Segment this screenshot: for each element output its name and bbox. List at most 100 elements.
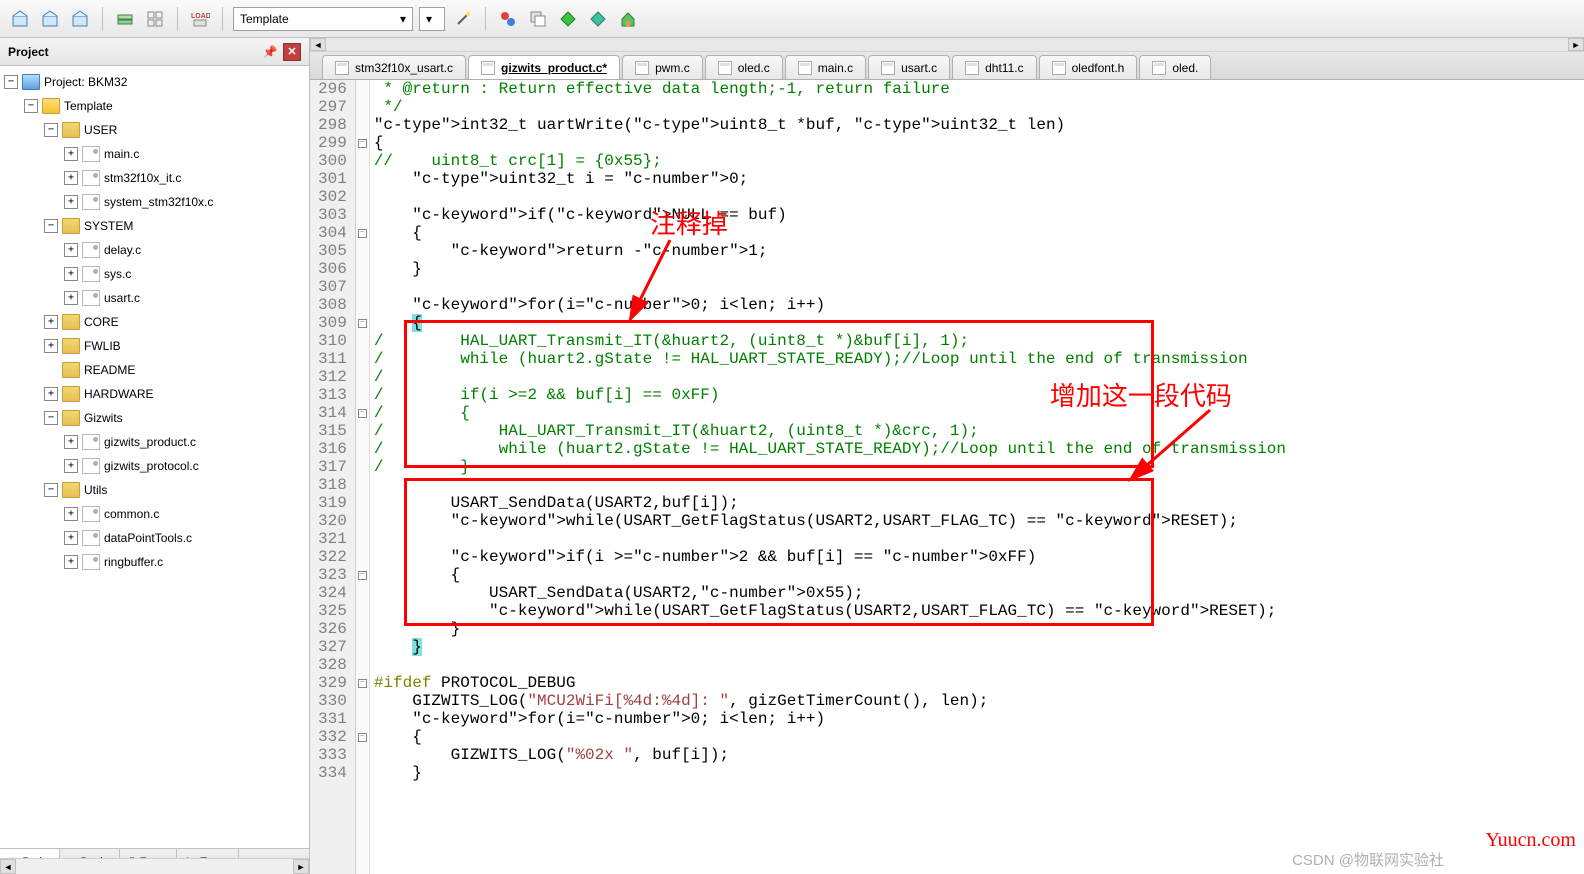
expand-icon[interactable]: + bbox=[44, 387, 58, 401]
project-panel: Project 📌 ✕ − Project: BKM32 − Template … bbox=[0, 38, 310, 874]
close-icon[interactable]: ✕ bbox=[283, 43, 301, 61]
expand-icon[interactable]: + bbox=[64, 267, 78, 281]
toolbar-btn-1[interactable] bbox=[8, 7, 32, 31]
file-icon bbox=[718, 61, 732, 75]
pin-icon[interactable]: 📌 bbox=[261, 43, 279, 61]
toolbar-btn-2[interactable] bbox=[38, 7, 62, 31]
fold-column[interactable]: −−−−−−− bbox=[356, 80, 370, 874]
file-tab[interactable]: oled. bbox=[1139, 55, 1211, 79]
collapse-icon[interactable]: − bbox=[24, 99, 38, 113]
tree-core-folder[interactable]: + CORE bbox=[0, 310, 309, 334]
tree-file[interactable]: +dataPointTools.c bbox=[0, 526, 309, 550]
project-icon bbox=[22, 74, 40, 90]
stack-icon[interactable] bbox=[526, 7, 550, 31]
scroll-right-icon[interactable]: ► bbox=[293, 859, 309, 874]
tree-file[interactable]: +main.c bbox=[0, 142, 309, 166]
tree-system-folder[interactable]: − SYSTEM bbox=[0, 214, 309, 238]
tab-scroll-strip[interactable]: ◄ ► bbox=[310, 38, 1584, 52]
tree-file[interactable]: +common.c bbox=[0, 502, 309, 526]
tree-file[interactable]: +stm32f10x_it.c bbox=[0, 166, 309, 190]
collapse-icon[interactable]: − bbox=[44, 411, 58, 425]
file-tab[interactable]: oled.c bbox=[705, 55, 783, 79]
expand-icon[interactable]: + bbox=[64, 147, 78, 161]
expand-icon[interactable]: + bbox=[64, 291, 78, 305]
file-tab[interactable]: pwm.c bbox=[622, 55, 703, 79]
scroll-left-icon[interactable]: ◄ bbox=[310, 38, 326, 51]
tree-file[interactable]: +gizwits_protocol.c bbox=[0, 454, 309, 478]
expand-icon[interactable]: + bbox=[64, 243, 78, 257]
scroll-left-icon[interactable]: ◄ bbox=[0, 859, 16, 874]
file-tab[interactable]: oledfont.h bbox=[1039, 55, 1138, 79]
load-button[interactable]: LOAD bbox=[188, 7, 212, 31]
red-icon[interactable] bbox=[496, 7, 520, 31]
expand-icon[interactable]: + bbox=[64, 507, 78, 521]
tree-label: usart.c bbox=[104, 291, 140, 305]
code-editor[interactable]: 2962972982993003013023033043053063073083… bbox=[310, 80, 1584, 874]
tree-label: Utils bbox=[84, 483, 107, 497]
tree-file[interactable]: + system_stm32f10x.c bbox=[0, 190, 309, 214]
c-file-icon bbox=[82, 170, 100, 186]
tree-template[interactable]: − Template bbox=[0, 94, 309, 118]
expand-icon[interactable]: + bbox=[44, 339, 58, 353]
expand-icon[interactable]: + bbox=[64, 555, 78, 569]
tree-fwlib-folder[interactable]: +FWLIB bbox=[0, 334, 309, 358]
collapse-icon[interactable]: − bbox=[4, 75, 18, 89]
tree-label: system_stm32f10x.c bbox=[104, 195, 213, 209]
file-tab[interactable]: usart.c bbox=[868, 55, 950, 79]
file-tab[interactable]: main.c bbox=[785, 55, 866, 79]
file-icon bbox=[881, 61, 895, 75]
scroll-right-icon[interactable]: ► bbox=[1568, 38, 1584, 51]
tree-gizwits-folder[interactable]: −Gizwits bbox=[0, 406, 309, 430]
expand-icon[interactable]: + bbox=[64, 531, 78, 545]
tree-root[interactable]: − Project: BKM32 bbox=[0, 70, 309, 94]
file-icon bbox=[798, 61, 812, 75]
file-icon bbox=[1152, 61, 1166, 75]
expand-icon[interactable]: + bbox=[64, 459, 78, 473]
tree-file[interactable]: + usart.c bbox=[0, 286, 309, 310]
tree-label: Template bbox=[64, 99, 113, 113]
tree-hardware-folder[interactable]: + HARDWARE bbox=[0, 382, 309, 406]
tree-file[interactable]: +gizwits_product.c bbox=[0, 430, 309, 454]
project-hscroll[interactable]: ◄ ► bbox=[0, 858, 309, 874]
file-tab[interactable]: dht11.c bbox=[952, 55, 1036, 79]
collapse-icon[interactable]: − bbox=[44, 219, 58, 233]
code-content[interactable]: * @return : Return effective data length… bbox=[370, 80, 1584, 874]
small-combo[interactable]: ▾ bbox=[419, 7, 445, 31]
target-combo-label: Template bbox=[240, 12, 289, 26]
tree-readme-folder[interactable]: README bbox=[0, 358, 309, 382]
wand-icon[interactable] bbox=[451, 7, 475, 31]
teal-diamond-icon[interactable] bbox=[586, 7, 610, 31]
main-toolbar: LOAD Template ▾ ▾ bbox=[0, 0, 1584, 38]
file-tabs: stm32f10x_usart.c gizwits_product.c* pwm… bbox=[310, 52, 1584, 80]
expand-icon[interactable]: + bbox=[64, 195, 78, 209]
tree-file[interactable]: +sys.c bbox=[0, 262, 309, 286]
green-diamond-icon[interactable] bbox=[556, 7, 580, 31]
toolbar-btn-stack[interactable] bbox=[113, 7, 137, 31]
separator bbox=[102, 7, 103, 31]
tree-user-folder[interactable]: − USER bbox=[0, 118, 309, 142]
toolbar-btn-3[interactable] bbox=[68, 7, 92, 31]
c-file-icon bbox=[82, 434, 100, 450]
tree-label: CORE bbox=[84, 315, 119, 329]
file-tab[interactable]: stm32f10x_usart.c bbox=[322, 55, 466, 79]
target-combo[interactable]: Template ▾ bbox=[233, 7, 413, 31]
expand-icon[interactable]: + bbox=[44, 315, 58, 329]
collapse-icon[interactable]: − bbox=[44, 123, 58, 137]
tree-file[interactable]: +ringbuffer.c bbox=[0, 550, 309, 574]
folder-icon bbox=[62, 338, 80, 354]
c-file-icon bbox=[82, 242, 100, 258]
house-icon[interactable] bbox=[616, 7, 640, 31]
expand-icon[interactable]: + bbox=[64, 435, 78, 449]
tree-label: HARDWARE bbox=[84, 387, 154, 401]
toolbar-btn-grid[interactable] bbox=[143, 7, 167, 31]
project-tree[interactable]: − Project: BKM32 − Template − USER +main… bbox=[0, 66, 309, 848]
folder-icon bbox=[62, 122, 80, 138]
c-file-icon bbox=[82, 506, 100, 522]
expand-icon[interactable]: + bbox=[64, 171, 78, 185]
tab-label: stm32f10x_usart.c bbox=[355, 61, 453, 75]
tree-utils-folder[interactable]: − Utils bbox=[0, 478, 309, 502]
collapse-icon[interactable]: − bbox=[44, 483, 58, 497]
file-tab-active[interactable]: gizwits_product.c* bbox=[468, 55, 620, 79]
main-area: Project 📌 ✕ − Project: BKM32 − Template … bbox=[0, 38, 1584, 874]
tree-file[interactable]: +delay.c bbox=[0, 238, 309, 262]
